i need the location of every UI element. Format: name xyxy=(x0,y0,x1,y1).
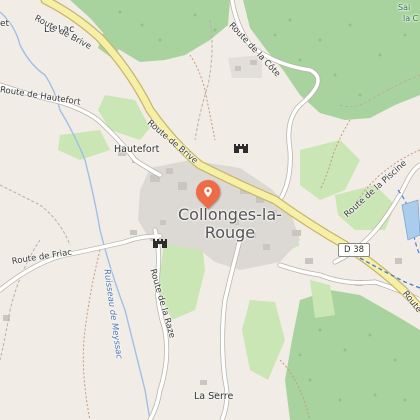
castle-icon[interactable] xyxy=(234,138,248,153)
town-label-collonges: Collonges-la- Rouge xyxy=(178,206,282,242)
map-view[interactable]: et Sai la C Le Lac Hautefort La Serre Co… xyxy=(0,0,420,420)
castle-icon[interactable] xyxy=(153,233,167,248)
clipped-place-label: et xyxy=(0,19,10,29)
place-label-la-serre: La Serre xyxy=(194,391,234,402)
clipped-place-label: Sai xyxy=(398,3,411,12)
town-label-line-1: Collonges-la- xyxy=(178,205,282,224)
location-pin-icon[interactable] xyxy=(191,175,225,209)
road-badge-d38: D 38 xyxy=(338,243,371,257)
town-label-line-2: Rouge xyxy=(204,223,256,242)
place-label-hautefort: Hautefort xyxy=(114,144,160,155)
pin-glyph-icon xyxy=(196,180,220,204)
clipped-place-label: la C xyxy=(403,14,419,23)
